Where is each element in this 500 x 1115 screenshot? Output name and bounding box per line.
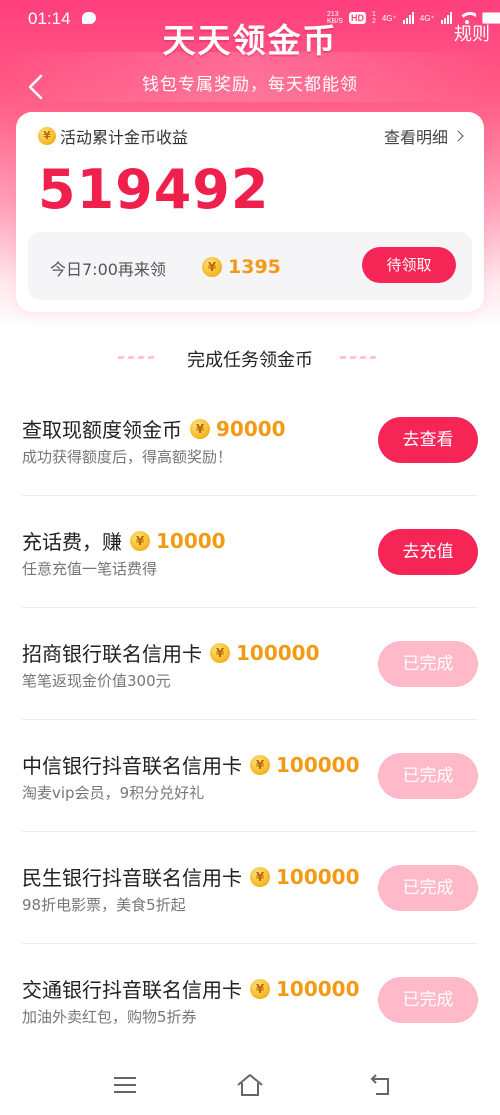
task-reward: 100000 xyxy=(276,976,360,1001)
coin-icon: ¥ xyxy=(250,866,270,887)
menu-icon[interactable] xyxy=(114,1077,136,1095)
task-subtitle: 成功获得额度后，得高额奖励！ xyxy=(22,448,233,466)
task-title-row: 交通银行抖音联名信用卡 ¥100000 xyxy=(22,974,360,1003)
task-item: 查取现额度领金币 ¥90000 成功获得额度后，得高额奖励！ 去查看 xyxy=(0,384,500,496)
task-completed-button[interactable]: 已完成 xyxy=(378,753,478,799)
task-action-button[interactable]: 去查看 xyxy=(378,417,478,463)
task-item: 招商银行联名信用卡 ¥100000 笔笔返现金价值300元 已完成 xyxy=(0,608,500,720)
coin-icon: ¥ xyxy=(250,978,270,999)
page-subtitle: 钱包专属奖励，每天都能领 xyxy=(142,75,358,95)
task-title-row: 查取现额度领金币 ¥90000 xyxy=(22,414,286,443)
task-title-row: 民生银行抖音联名信用卡 ¥100000 xyxy=(22,862,360,891)
coin-icon: ¥ xyxy=(210,642,230,663)
section-title: 完成任务领金币 xyxy=(187,350,313,371)
section-decoration-right xyxy=(339,356,377,359)
rules-link[interactable]: 规则 xyxy=(454,20,490,46)
task-completed-button[interactable]: 已完成 xyxy=(378,865,478,911)
task-reward: 10000 xyxy=(156,528,226,553)
card-label: 活动累计金币收益 xyxy=(60,128,189,147)
task-title: 招商银行联名信用卡 xyxy=(22,642,202,666)
task-title: 交通银行抖音联名信用卡 xyxy=(22,978,242,1002)
task-subtitle: 淘麦vip会员，9积分兑好礼 xyxy=(22,784,205,802)
task-reward: 90000 xyxy=(216,416,286,441)
coin-icon: ¥ xyxy=(38,127,56,145)
task-title-row: 招商银行联名信用卡 ¥100000 xyxy=(22,638,320,667)
task-reward: 100000 xyxy=(276,864,360,889)
coin-icon: ¥ xyxy=(190,418,210,439)
coin-summary-card: ¥ 活动累计金币收益 查看明细 519492 今日7:00再来领 ¥ 1395 … xyxy=(16,112,484,312)
task-subtitle: 98折电影票，美食5折起 xyxy=(22,896,186,914)
task-subtitle: 加油外卖红包，购物5折券 xyxy=(22,1008,197,1026)
card-header: ¥ 活动累计金币收益 xyxy=(38,124,188,148)
page-title: 天天领金币 xyxy=(162,21,338,60)
task-title: 民生银行抖音联名信用卡 xyxy=(22,866,242,890)
task-subtitle: 任意充值一笔话费得 xyxy=(22,560,158,578)
chevron-right-icon xyxy=(452,130,464,142)
view-details-link[interactable]: 查看明细 xyxy=(384,124,464,148)
task-completed-button[interactable]: 已完成 xyxy=(378,977,478,1023)
task-completed-button[interactable]: 已完成 xyxy=(378,641,478,687)
home-icon[interactable] xyxy=(236,1073,264,1097)
task-item: 民生银行抖音联名信用卡 ¥100000 98折电影票，美食5折起 已完成 xyxy=(0,832,500,944)
task-title-row: 中信银行抖音联名信用卡 ¥100000 xyxy=(22,750,360,779)
task-subtitle: 笔笔返现金价值300元 xyxy=(22,672,171,690)
daily-claim-box: 今日7:00再来领 ¥ 1395 待领取 xyxy=(28,232,472,300)
task-title-row: 充话费，赚 ¥10000 xyxy=(22,526,226,555)
claim-time-text: 今日7:00再来领 xyxy=(50,260,166,279)
claim-button[interactable]: 待领取 xyxy=(362,247,456,283)
coin-icon: ¥ xyxy=(130,530,150,551)
task-action-button[interactable]: 去充值 xyxy=(378,529,478,575)
total-coins-value: 519492 xyxy=(38,158,270,221)
task-item: 交通银行抖音联名信用卡 ¥100000 加油外卖红包，购物5折券 已完成 xyxy=(0,944,500,1056)
task-list: 查取现额度领金币 ¥90000 成功获得额度后，得高额奖励！ 去查看充话费，赚 ¥100… xyxy=(0,384,500,1056)
claim-amount-group: ¥ 1395 xyxy=(202,256,281,278)
back-icon[interactable] xyxy=(368,1073,394,1097)
task-reward: 100000 xyxy=(276,752,360,777)
claim-amount: 1395 xyxy=(228,256,281,278)
coin-icon: ¥ xyxy=(202,257,222,277)
task-title: 查取现额度领金币 xyxy=(22,418,182,442)
coin-icon: ¥ xyxy=(250,754,270,775)
task-item: 中信银行抖音联名信用卡 ¥100000 淘麦vip会员，9积分兑好礼 已完成 xyxy=(0,720,500,832)
navigation-bar xyxy=(0,1058,500,1115)
task-title: 中信银行抖音联名信用卡 xyxy=(22,754,242,778)
task-title: 充话费，赚 xyxy=(22,530,122,554)
task-reward: 100000 xyxy=(236,640,320,665)
task-item: 充话费，赚 ¥10000 任意充值一笔话费得 去充值 xyxy=(0,496,500,608)
